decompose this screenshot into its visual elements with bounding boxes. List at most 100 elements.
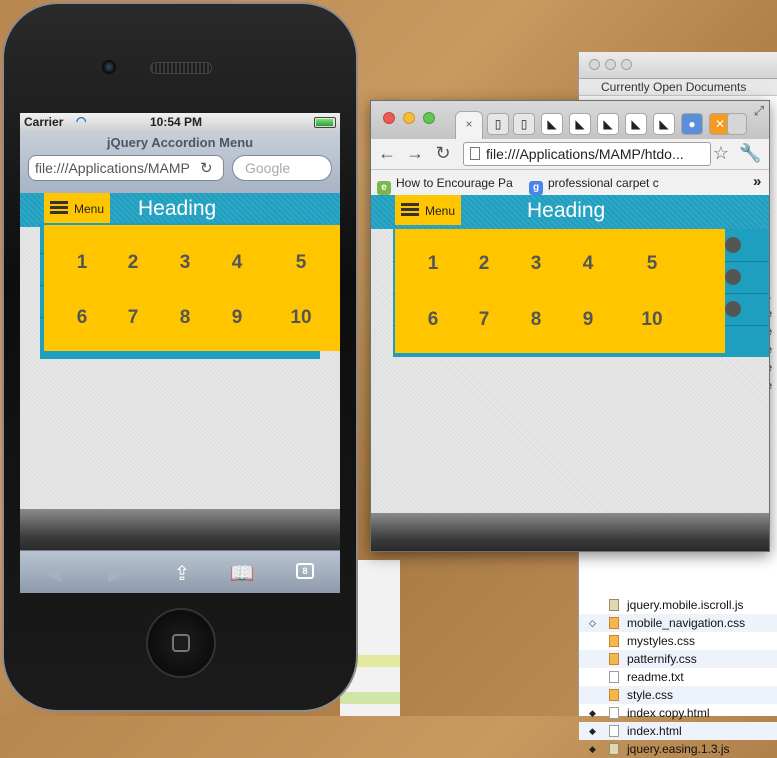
speaker bbox=[150, 62, 212, 74]
menu-number[interactable]: 7 bbox=[469, 309, 499, 331]
home-button[interactable] bbox=[146, 608, 216, 678]
document-row[interactable]: style.css bbox=[579, 686, 777, 704]
menu-number[interactable]: 4 bbox=[573, 253, 603, 275]
safari-address-bar: jQuery Accordion Menu file:///Applicatio… bbox=[20, 131, 340, 194]
menu-number[interactable]: 3 bbox=[521, 253, 551, 275]
file-name: style.css bbox=[627, 688, 674, 702]
document-row[interactable]: ◆ index copy.html bbox=[579, 704, 777, 722]
chrome-window: × ▯ ▯ ◣ ◣ ◣ ◣ ◣ ● ✕ ⤢ ← → ↻ file:///Appl… bbox=[370, 100, 770, 552]
zoom-window-button[interactable] bbox=[621, 59, 632, 70]
back-icon[interactable]: ◀ bbox=[40, 561, 68, 586]
bookmark-item[interactable]: e How to Encourage Pa bbox=[377, 176, 513, 195]
address-bar[interactable]: file:///Applications/MAMP/htdo... bbox=[463, 142, 711, 166]
document-row[interactable]: mystyles.css bbox=[579, 632, 777, 650]
tab-page-icon[interactable]: ▯ bbox=[513, 113, 535, 135]
menu-number[interactable]: 2 bbox=[469, 253, 499, 275]
minimize-window-button[interactable] bbox=[605, 59, 616, 70]
menu-label: Menu bbox=[74, 202, 105, 216]
wifi-icon: ◠ bbox=[76, 114, 87, 128]
document-row[interactable]: patternify.css bbox=[579, 650, 777, 668]
forward-icon[interactable]: → bbox=[405, 143, 425, 164]
tab-penguin-icon[interactable]: ◣ bbox=[625, 113, 647, 135]
tab-globe-icon[interactable]: ● bbox=[681, 113, 703, 135]
browser-viewport: Menu Heading 1 2 3 4 5 6 7 8 9 10 bbox=[371, 195, 769, 551]
forward-icon[interactable]: ▶ bbox=[102, 561, 130, 586]
close-window-button[interactable] bbox=[383, 112, 395, 124]
tab-active[interactable]: × bbox=[455, 111, 483, 139]
file-icon bbox=[609, 671, 619, 683]
file-name: mystyles.css bbox=[627, 634, 696, 648]
carrier-label: Carrier bbox=[24, 115, 64, 129]
tabs-icon[interactable]: 8 bbox=[296, 563, 314, 579]
tab-penguin-icon[interactable]: ◣ bbox=[597, 113, 619, 135]
tab-page-icon[interactable]: ▯ bbox=[487, 113, 509, 135]
footer-bar bbox=[371, 513, 769, 551]
menu-number[interactable]: 8 bbox=[170, 307, 200, 329]
tab-penguin-icon[interactable]: ◣ bbox=[569, 113, 591, 135]
window-titlebar bbox=[579, 52, 777, 79]
document-row[interactable]: readme.txt bbox=[579, 668, 777, 686]
wrench-icon[interactable]: 🔧 bbox=[739, 143, 761, 164]
menu-number[interactable]: 3 bbox=[170, 252, 200, 274]
minimize-window-button[interactable] bbox=[403, 112, 415, 124]
menu-number[interactable]: 4 bbox=[222, 252, 252, 274]
bookmarks-bar: e How to Encourage Pa g professional carpe… bbox=[371, 170, 769, 197]
document-row[interactable]: jquery.mobile.iscroll.js bbox=[579, 596, 777, 614]
menu-number[interactable]: 1 bbox=[67, 252, 97, 274]
zoom-window-button[interactable] bbox=[423, 112, 435, 124]
modified-indicator: ◆ bbox=[589, 708, 596, 718]
fullscreen-icon[interactable]: ⤢ bbox=[749, 103, 769, 119]
menu-number[interactable]: 9 bbox=[222, 307, 252, 329]
back-icon[interactable]: ← bbox=[377, 143, 397, 164]
clock: 10:54 PM bbox=[150, 115, 203, 129]
menu-number[interactable]: 5 bbox=[637, 253, 667, 275]
menu-number[interactable]: 5 bbox=[286, 252, 316, 274]
menu-number[interactable]: 10 bbox=[286, 307, 316, 329]
footer-bar bbox=[20, 509, 340, 550]
safari-toolbar: ◀ ▶ ⇪ 📖 8 bbox=[20, 550, 340, 593]
menu-number[interactable]: 10 bbox=[637, 309, 667, 331]
new-tab-button[interactable] bbox=[727, 113, 747, 135]
document-row[interactable]: ◇ mobile_navigation.css bbox=[579, 614, 777, 632]
tab-penguin-icon[interactable]: ◣ bbox=[653, 113, 675, 135]
bookmarks-icon[interactable]: 📖 bbox=[228, 561, 256, 586]
number-menu-panel: 1 2 3 4 5 6 7 8 9 10 bbox=[395, 229, 725, 353]
page-icon bbox=[470, 147, 480, 160]
file-icon bbox=[609, 635, 619, 647]
accordion-arrow-icon bbox=[725, 237, 741, 253]
tab-strip: × ▯ ▯ ◣ ◣ ◣ ◣ ◣ ● ✕ ⤢ bbox=[371, 101, 769, 139]
menu-number[interactable]: 8 bbox=[521, 309, 551, 331]
star-icon[interactable]: ☆ bbox=[711, 143, 731, 164]
document-row[interactable]: ◆ jquery.easing.1.3.js bbox=[579, 740, 777, 758]
menu-icon bbox=[401, 203, 419, 217]
document-row[interactable]: ◆ index.html bbox=[579, 722, 777, 740]
file-name: readme.txt bbox=[627, 670, 684, 684]
tab-penguin-icon[interactable]: ◣ bbox=[541, 113, 563, 135]
menu-number[interactable]: 2 bbox=[118, 252, 148, 274]
menu-number[interactable]: 1 bbox=[418, 253, 448, 275]
search-field[interactable]: Google bbox=[232, 155, 332, 181]
menu-number[interactable]: 9 bbox=[573, 309, 603, 331]
file-icon bbox=[609, 689, 619, 701]
app-heading: Heading bbox=[527, 199, 606, 222]
bookmark-item[interactable]: g professional carpet c bbox=[529, 176, 659, 195]
menu-button[interactable]: Menu bbox=[395, 195, 461, 225]
reload-icon[interactable]: ↻ bbox=[433, 143, 453, 164]
menu-button[interactable]: Menu bbox=[44, 193, 110, 223]
app-header: Menu Heading bbox=[20, 193, 340, 227]
share-icon[interactable]: ⇪ bbox=[168, 561, 196, 586]
bookmarks-overflow-button[interactable]: » bbox=[753, 173, 761, 190]
reload-icon[interactable]: ↻ bbox=[200, 159, 213, 177]
file-icon bbox=[609, 743, 619, 755]
menu-label: Menu bbox=[425, 204, 456, 218]
iphone-screen: Carrier ◠ 10:54 PM jQuery Accordion Menu… bbox=[20, 113, 340, 593]
bookmark-e-icon: e bbox=[377, 181, 391, 195]
camera bbox=[102, 60, 116, 74]
close-window-button[interactable] bbox=[589, 59, 600, 70]
menu-number[interactable]: 7 bbox=[118, 307, 148, 329]
file-icon bbox=[609, 707, 619, 719]
menu-number[interactable]: 6 bbox=[67, 307, 97, 329]
url-field[interactable]: file:///Applications/MAMP bbox=[28, 155, 224, 181]
menu-icon bbox=[50, 201, 68, 215]
menu-number[interactable]: 6 bbox=[418, 309, 448, 331]
